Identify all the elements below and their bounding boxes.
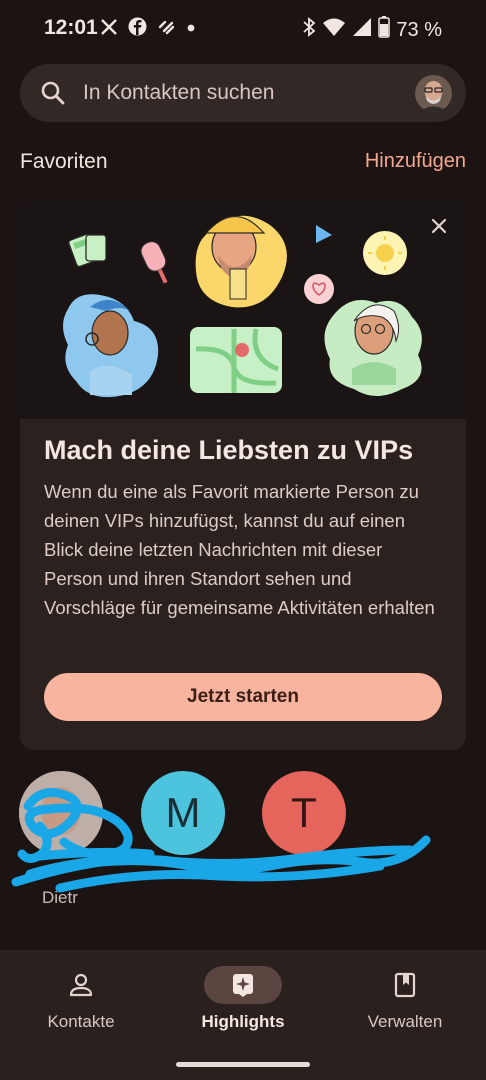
status-bar: 12:01 73 % [0,0,486,56]
bluetooth-icon [302,17,316,43]
get-started-button[interactable]: Jetzt starten [44,673,442,721]
home-indicator[interactable] [176,1062,310,1067]
heart-link-icon [157,17,176,41]
nav-label: Highlights [201,1012,285,1031]
nav-verwalten[interactable]: Verwalten [340,966,470,1032]
favorites-title: Favoriten [20,150,108,173]
highlights-icon [204,966,282,1004]
x-icon [100,18,118,41]
bookmark-icon [366,966,444,1004]
vip-promo-card: Mach deine Liebsten zu VIPs Wenn du eine… [20,199,466,750]
add-favorite-link[interactable]: Hinzufügen [365,150,466,173]
notification-icons [100,17,196,41]
nav-label: Verwalten [367,1012,443,1031]
battery-icon [378,16,391,44]
bottom-navigation: Kontakte Highlights Verwalten [0,950,486,1080]
wifi-icon [322,17,346,43]
status-time: 12:01 [44,16,98,39]
dot-icon [186,20,196,38]
person-icon [42,966,120,1004]
promo-title: Mach deine Liebsten zu VIPs [44,435,414,465]
signal-icon [352,17,372,43]
search-icon [40,80,66,111]
nav-highlights[interactable]: Highlights [178,966,308,1032]
battery-percentage: 73 % [396,18,442,41]
search-placeholder: In Kontakten suchen [83,81,275,104]
promo-body: Wenn du eine als Favorit markierte Perso… [44,481,435,618]
nav-label: Kontakte [47,1012,115,1031]
account-avatar[interactable] [415,75,452,112]
search-bar[interactable]: In Kontakten suchen [20,64,466,122]
redaction-scribble [11,788,431,893]
nav-kontakte[interactable]: Kontakte [16,966,146,1032]
close-icon[interactable] [430,217,448,240]
facebook-icon [128,17,147,41]
system-status: 73 % [302,16,442,44]
vip-illustration [20,199,466,419]
